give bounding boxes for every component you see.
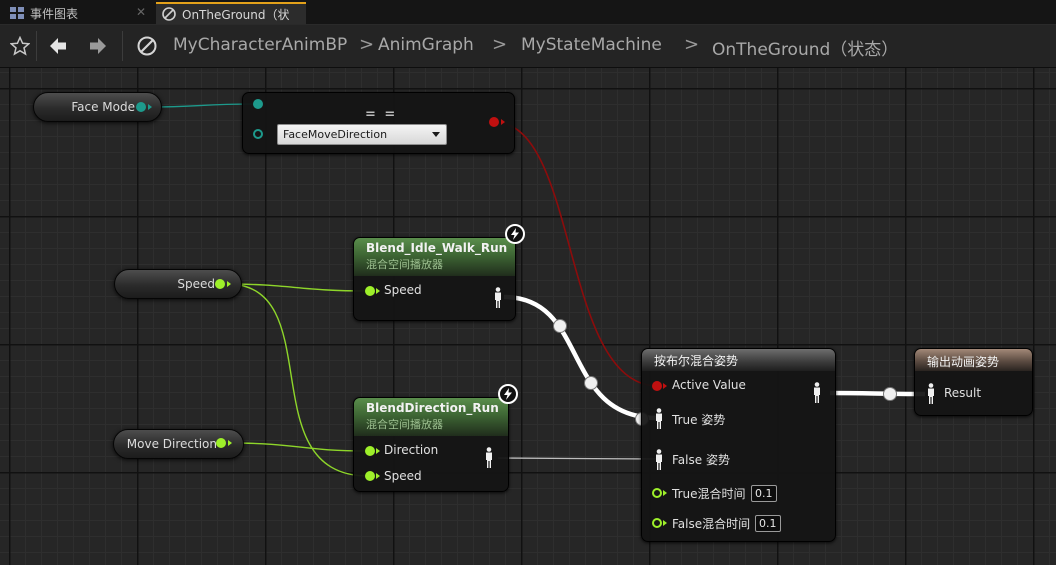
node-title-marks: = = <box>365 107 398 122</box>
select-value: FaceMoveDirection <box>283 128 388 141</box>
direction-input-pin[interactable] <box>365 446 375 456</box>
wire-false-pose <box>497 457 659 460</box>
wire-true-pose <box>503 294 659 421</box>
false-pose-input-icon[interactable] <box>654 449 664 471</box>
pin-label: Direction <box>384 443 439 457</box>
pin-label: True混合时间 <box>672 487 746 501</box>
node-title: 输出动画姿势 <box>927 355 1000 369</box>
node-header: BlendDirection_Run 混合空间播放器 <box>354 398 508 436</box>
chevron-down-icon <box>432 132 440 137</box>
pin-arrow-icon <box>148 104 152 110</box>
false-blend-time-pin[interactable] <box>652 518 662 528</box>
true-pose-input-icon[interactable] <box>654 408 664 430</box>
pin-arrow-icon <box>376 448 380 454</box>
pin-label: False 姿势 <box>672 453 730 467</box>
fast-path-badge <box>498 384 518 404</box>
blend-idle-walk-run-node[interactable]: Blend_Idle_Walk_Run 混合空间播放器 <box>353 237 516 321</box>
node-subtitle: 混合空间播放器 <box>366 418 443 431</box>
pin-arrow-icon <box>228 440 232 446</box>
speed-output-pin[interactable] <box>215 279 225 289</box>
output-pose-node[interactable]: 输出动画姿势 <box>914 348 1033 416</box>
true-blend-time-pin[interactable] <box>652 488 662 498</box>
wire-knot[interactable] <box>883 387 897 401</box>
pin-arrow-icon <box>663 383 667 389</box>
pin-arrow-icon <box>227 281 231 287</box>
wire-move-direction <box>227 442 369 452</box>
node-header: 按布尔混合姿势 <box>642 349 835 371</box>
wire-knot[interactable] <box>553 319 567 333</box>
node-header: Blend_Idle_Walk_Run 混合空间播放器 <box>354 238 515 276</box>
variable-label: Speed <box>177 277 215 291</box>
node-title: Blend_Idle_Walk_Run <box>366 241 508 255</box>
pin-label: True 姿势 <box>672 413 726 427</box>
bool-output-pin[interactable] <box>489 117 499 127</box>
speed-input-pin[interactable] <box>365 286 375 296</box>
variable-label: Face Mode <box>71 100 135 114</box>
wire-knot[interactable] <box>584 376 598 390</box>
pose-output-icon[interactable] <box>812 382 822 404</box>
pin-arrow-icon <box>663 520 667 526</box>
pin-arrow-icon <box>663 490 667 496</box>
pin-label: Result <box>944 386 982 400</box>
false-blend-time-input[interactable]: 0.1 <box>755 515 781 532</box>
enum-compare-pin[interactable] <box>253 129 263 139</box>
pin-arrow-icon <box>376 288 380 294</box>
pin-arrow-icon <box>376 473 380 479</box>
wire-active-value <box>493 121 659 387</box>
active-value-pin[interactable] <box>652 381 662 391</box>
face-mode-output-pin[interactable] <box>136 102 146 112</box>
pose-output-icon[interactable] <box>493 287 503 309</box>
pin-label: Speed <box>384 469 422 483</box>
move-direction-output-pin[interactable] <box>216 438 226 448</box>
pin-arrow-icon <box>501 119 505 125</box>
pin-label: Speed <box>384 283 422 297</box>
enum-input-pin[interactable] <box>253 99 263 109</box>
pin-label: False混合时间 <box>672 517 751 531</box>
node-title: 按布尔混合姿势 <box>654 354 739 368</box>
fast-path-badge <box>505 224 525 244</box>
speed-input-pin[interactable] <box>365 471 375 481</box>
lightning-icon <box>504 388 512 400</box>
result-pose-input-icon[interactable] <box>926 383 936 405</box>
wire-result <box>829 390 926 397</box>
pose-output-icon[interactable] <box>484 447 494 469</box>
lightning-icon <box>511 228 519 240</box>
enum-value-select[interactable]: FaceMoveDirection <box>277 124 447 145</box>
node-subtitle: 混合空间播放器 <box>366 258 443 271</box>
node-header: 输出动画姿势 <box>915 349 1032 371</box>
pin-label: Active Value <box>672 378 746 392</box>
variable-label: Move Direction <box>126 437 217 451</box>
true-blend-time-input[interactable]: 0.1 <box>751 485 777 502</box>
node-title: BlendDirection_Run <box>366 401 499 415</box>
